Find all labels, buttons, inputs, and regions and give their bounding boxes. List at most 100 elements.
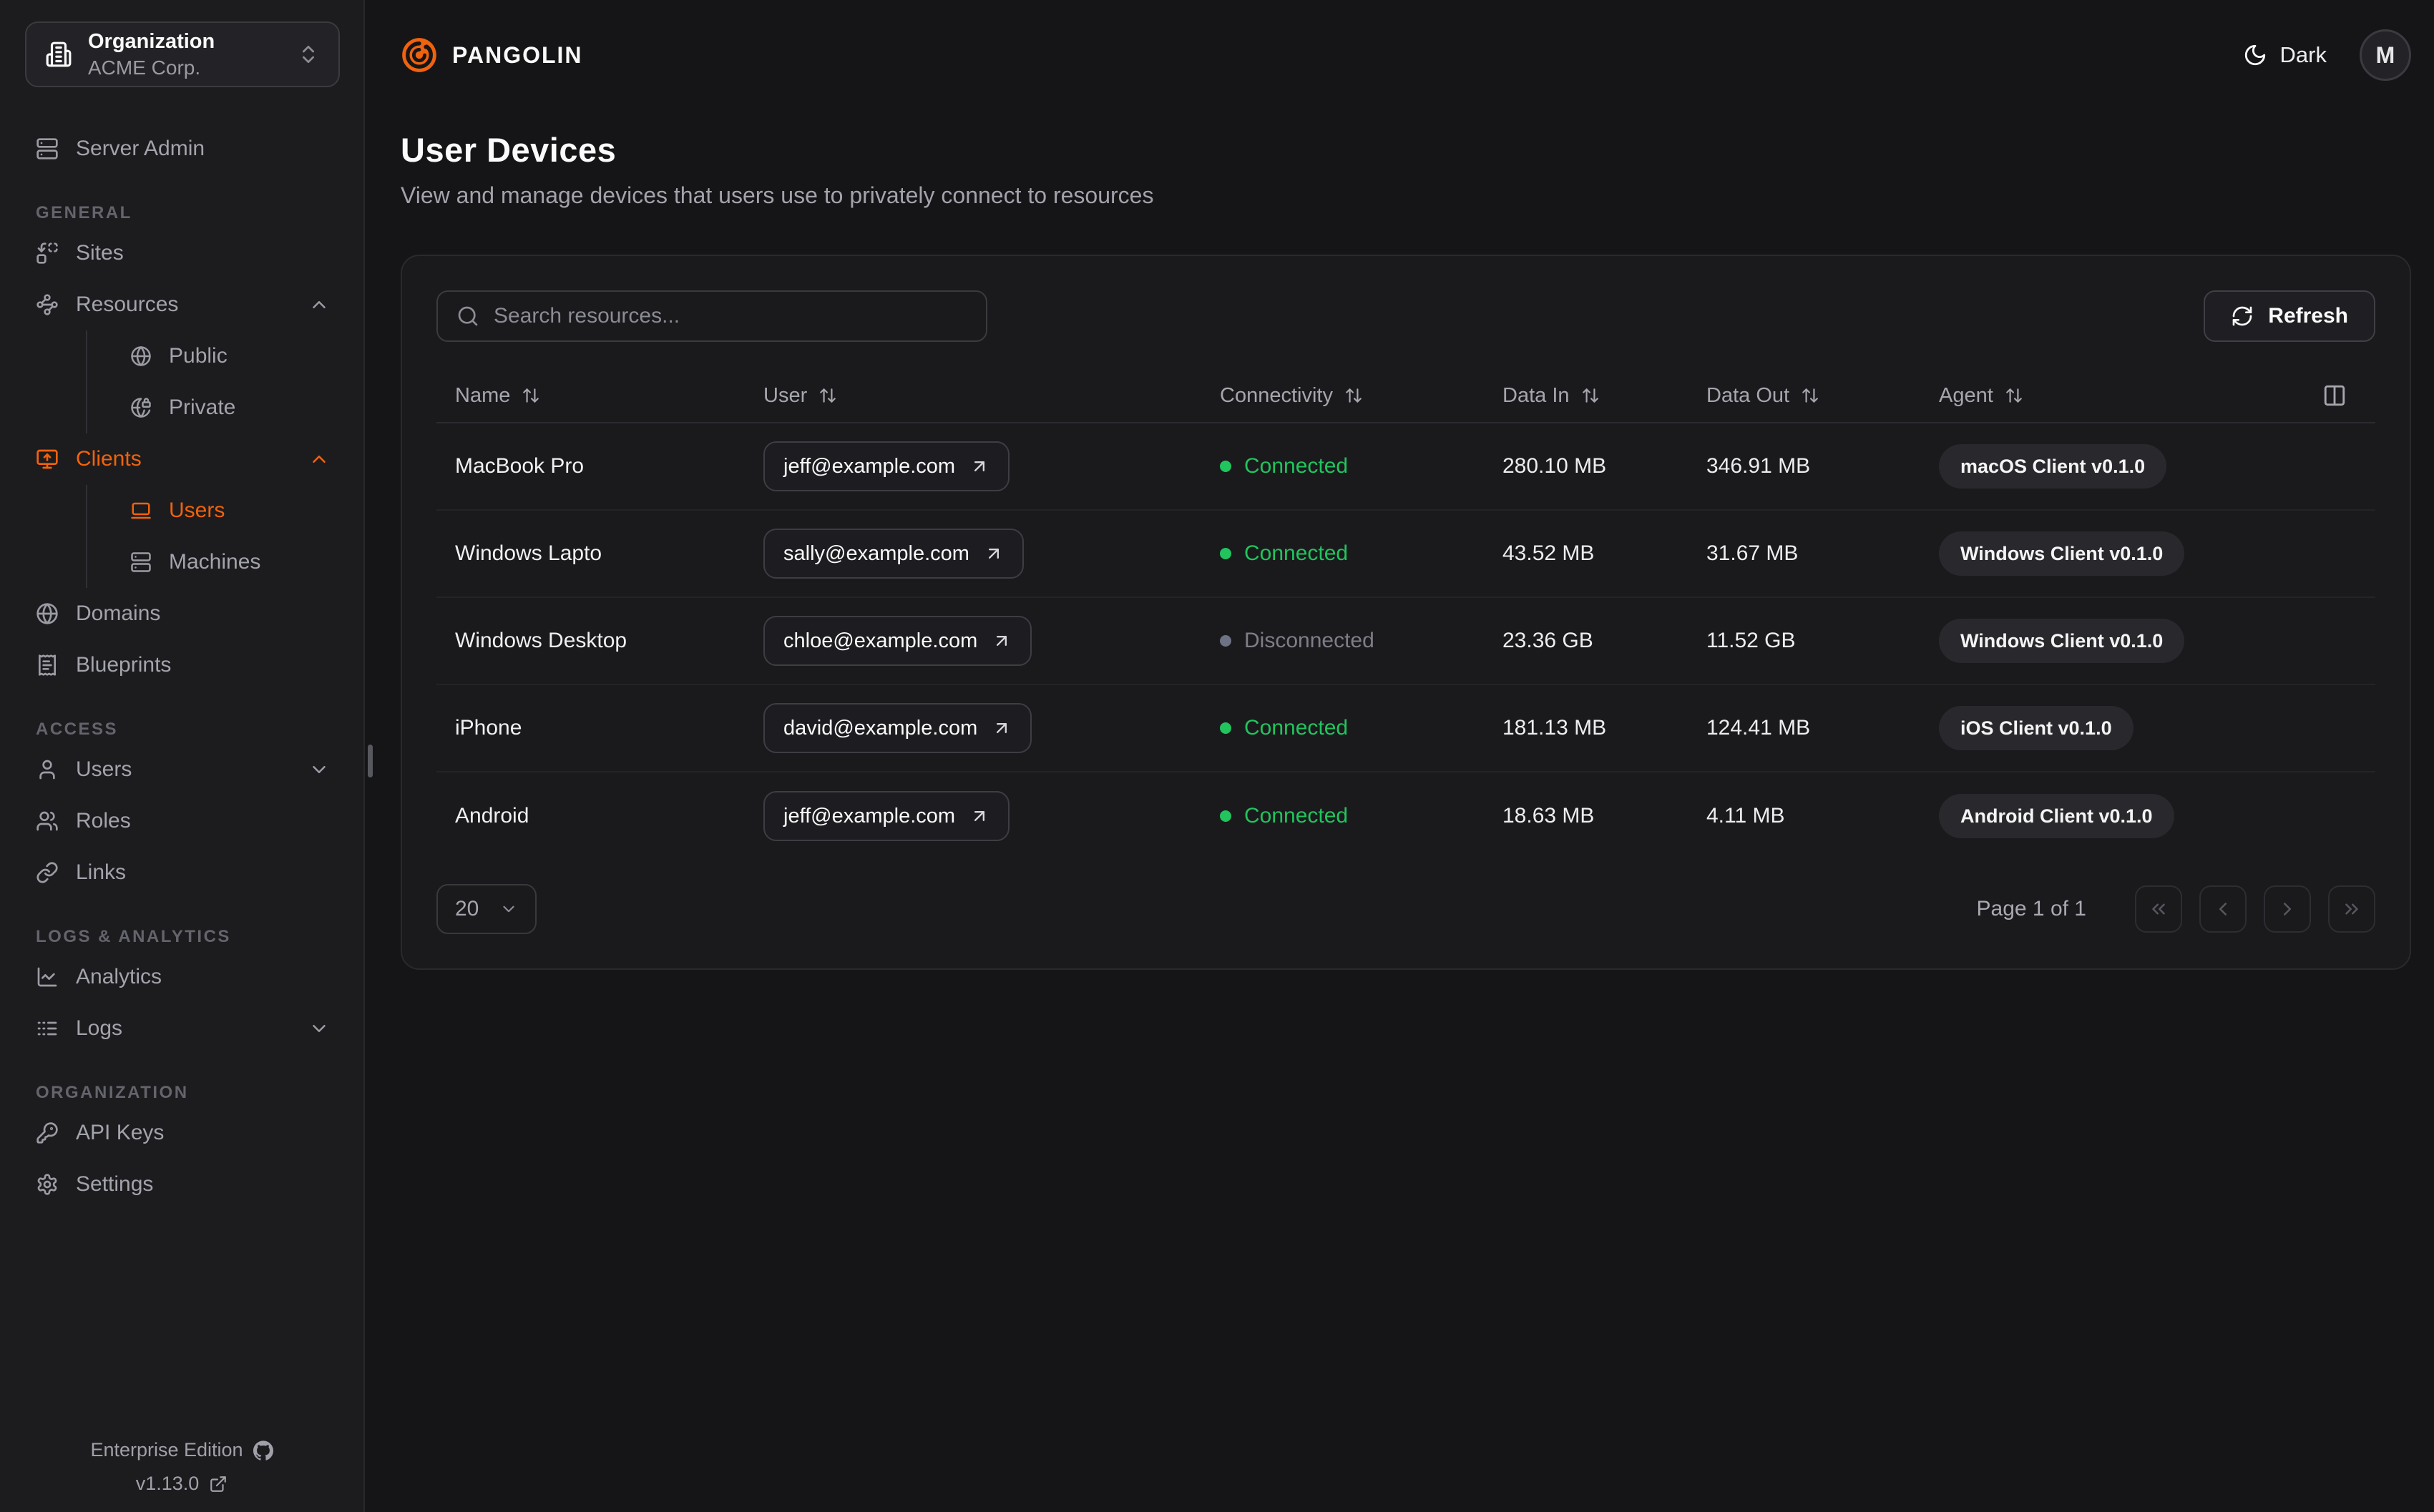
search-input[interactable] (494, 304, 967, 328)
main-content: PANGOLIN Dark M User Devices View and ma… (365, 0, 2434, 1512)
column-header-data-out[interactable]: Data Out (1706, 384, 1939, 408)
user-email: jeff@example.com (783, 804, 956, 828)
sidebar-item-sites[interactable]: Sites (25, 227, 338, 279)
sidebar-item-api-keys[interactable]: API Keys (25, 1107, 338, 1159)
table-row: MacBook Pro jeff@example.com Connected 2… (436, 423, 2375, 511)
sidebar-item-label: Clients (76, 447, 142, 471)
search-box (436, 290, 987, 342)
moon-icon (2243, 43, 2267, 67)
key-icon (36, 1121, 59, 1144)
chevron-left-icon (2212, 898, 2234, 920)
column-label: User (763, 383, 808, 407)
brand-name: PANGOLIN (452, 41, 583, 68)
table-header-row: Name User Connectivity Data In Data Out … (436, 369, 2375, 423)
sidebar-item-label: Users (169, 499, 225, 522)
sidebar-item-analytics[interactable]: Analytics (25, 951, 338, 1003)
arrow-up-right-icon (992, 631, 1012, 651)
sidebar-item-roles[interactable]: Roles (25, 795, 338, 847)
page-size-select[interactable]: 20 (436, 884, 537, 934)
sidebar-item-label: Users (76, 757, 132, 781)
column-header-agent[interactable]: Agent (1939, 383, 2375, 408)
column-label: Connectivity (1220, 383, 1333, 407)
topbar-actions: Dark M (2243, 29, 2411, 81)
chevrons-right-icon (2341, 898, 2362, 920)
sidebar-item-users[interactable]: Users (25, 744, 338, 795)
user-link-button[interactable]: sally@example.com (763, 529, 1024, 579)
theme-toggle[interactable]: Dark (2243, 42, 2327, 68)
device-name: Windows Lapto (455, 541, 602, 565)
status-label: Connected (1244, 454, 1349, 478)
user-avatar[interactable]: M (2360, 29, 2411, 81)
sidebar-item-label: Analytics (76, 965, 162, 988)
section-label-access: ACCESS (36, 720, 119, 739)
section-label-general: GENERAL (36, 203, 132, 222)
sidebar-item-links[interactable]: Links (25, 847, 338, 898)
connectivity-status: Connected (1220, 804, 1502, 828)
connectivity-status: Disconnected (1220, 629, 1502, 653)
building-icon (45, 41, 72, 68)
data-in-value: 18.63 MB (1502, 804, 1595, 828)
sort-icon (1581, 386, 1600, 405)
connectivity-status: Connected (1220, 454, 1502, 478)
sidebar-item-users-devices[interactable]: Users (87, 485, 338, 536)
data-out-value: 346.91 MB (1706, 454, 1811, 478)
arrow-up-right-icon (984, 544, 1004, 564)
chevron-up-icon (308, 294, 330, 315)
external-link-icon (209, 1475, 228, 1493)
laptop-icon (130, 500, 152, 521)
edition-link[interactable]: Enterprise Edition (90, 1439, 273, 1461)
column-header-connectivity[interactable]: Connectivity (1220, 384, 1502, 408)
refresh-button[interactable]: Refresh (2204, 290, 2375, 342)
user-email: sally@example.com (783, 541, 969, 565)
user-link-button[interactable]: jeff@example.com (763, 791, 1010, 841)
chevron-down-icon (308, 1018, 330, 1039)
arrow-up-right-icon (992, 718, 1012, 738)
column-header-name[interactable]: Name (455, 384, 763, 408)
column-header-data-in[interactable]: Data In (1502, 384, 1706, 408)
user-link-button[interactable]: chloe@example.com (763, 616, 1032, 666)
user-link-button[interactable]: david@example.com (763, 703, 1032, 753)
version-link[interactable]: v1.13.0 (136, 1473, 228, 1495)
sidebar-item-resources[interactable]: Resources (25, 279, 338, 330)
app-window: Organization ACME Corp. Server Admin GEN… (0, 0, 2434, 1512)
sidebar-item-logs[interactable]: Logs (25, 1003, 338, 1054)
globe-icon (130, 345, 152, 367)
sidebar-item-settings[interactable]: Settings (25, 1159, 338, 1210)
status-dot (1220, 461, 1231, 472)
devices-table: Name User Connectivity Data In Data Out … (436, 369, 2375, 860)
sidebar-item-machines[interactable]: Machines (87, 536, 338, 588)
github-icon (253, 1440, 273, 1461)
next-page-button[interactable] (2264, 885, 2311, 933)
sidebar-item-server-admin[interactable]: Server Admin (25, 123, 338, 175)
data-out-value: 124.41 MB (1706, 716, 1811, 740)
chevron-down-icon (499, 900, 518, 918)
sidebar-item-label: Logs (76, 1016, 123, 1040)
resources-sub-list: Public Private (86, 330, 338, 433)
connectivity-status: Connected (1220, 716, 1502, 740)
status-dot (1220, 635, 1231, 647)
sidebar-scrollbar-thumb[interactable] (368, 745, 373, 777)
sidebar-item-blueprints[interactable]: Blueprints (25, 639, 338, 691)
org-selector[interactable]: Organization ACME Corp. (25, 21, 340, 87)
globe-lock-icon (130, 397, 152, 418)
user-link-button[interactable]: jeff@example.com (763, 441, 1010, 491)
columns-toggle-icon[interactable] (2322, 383, 2347, 408)
first-page-button[interactable] (2135, 885, 2182, 933)
pagination-controls: Page 1 of 1 (1977, 885, 2375, 933)
arrow-up-right-icon (969, 456, 989, 476)
sidebar-item-clients[interactable]: Clients (25, 433, 338, 485)
connectivity-status: Connected (1220, 541, 1502, 566)
sort-icon (1344, 386, 1363, 405)
user-email: david@example.com (783, 716, 978, 740)
sidebar-item-public[interactable]: Public (87, 330, 338, 382)
sidebar-item-private[interactable]: Private (87, 382, 338, 433)
page-title: User Devices (401, 131, 617, 169)
page-size-value: 20 (455, 897, 479, 921)
prev-page-button[interactable] (2199, 885, 2247, 933)
last-page-button[interactable] (2328, 885, 2375, 933)
sidebar-item-domains[interactable]: Domains (25, 588, 338, 639)
topbar: PANGOLIN Dark M (401, 29, 2411, 82)
status-label: Connected (1244, 541, 1349, 565)
device-name: Windows Desktop (455, 629, 627, 652)
column-header-user[interactable]: User (763, 384, 1220, 408)
